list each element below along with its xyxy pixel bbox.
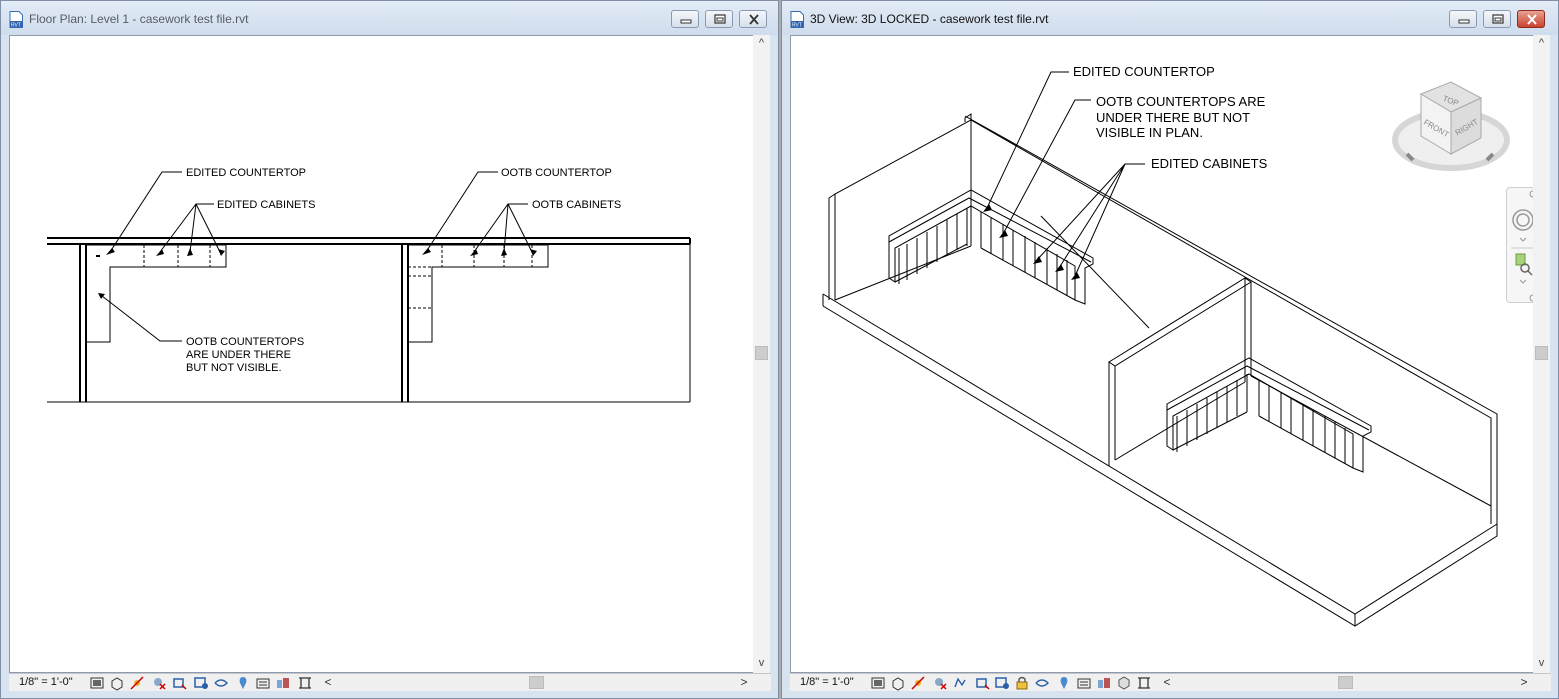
scroll-right-icon[interactable]: >: [1517, 674, 1531, 691]
analytical-model-icon[interactable]: [1136, 675, 1152, 691]
scroll-thumb[interactable]: [755, 346, 768, 360]
shadows-icon[interactable]: [932, 675, 948, 691]
restore-button[interactable]: [705, 10, 733, 28]
label-ootb-cabinets: OOTB CABINETS: [532, 199, 621, 211]
temporary-hide-icon[interactable]: [1034, 675, 1050, 691]
label-edited-cabinets: EDITED CABINETS: [217, 199, 315, 211]
crop-view-icon[interactable]: [171, 675, 187, 691]
temporary-hide-icon[interactable]: [213, 675, 229, 691]
worksharing-icon[interactable]: [1096, 675, 1112, 691]
view-scale[interactable]: 1/8" = 1'-0": [19, 676, 73, 688]
svg-text:RVT: RVT: [11, 23, 21, 29]
crop-view-icon[interactable]: [974, 675, 990, 691]
label-edited-countertop: EDITED COUNTERTOP: [186, 167, 306, 179]
label-ootb-note-line1: OOTB COUNTERTOPS: [186, 336, 304, 348]
detail-level-icon[interactable]: [89, 675, 105, 691]
sun-path-icon[interactable]: [129, 675, 145, 691]
3d-view-window[interactable]: RVT 3D View: 3D LOCKED - casework test f…: [781, 0, 1559, 699]
view-control-bar: 1/8" = 1'-0" < >: [790, 673, 1551, 691]
close-icon: [749, 14, 759, 25]
close-button[interactable]: [1517, 10, 1545, 28]
horizontal-scroll-thumb[interactable]: [529, 676, 544, 689]
titlebar[interactable]: RVT 3D View: 3D LOCKED - casework test f…: [782, 1, 1558, 35]
minimize-icon: [1458, 19, 1470, 24]
horizontal-scroll-thumb[interactable]: [1338, 676, 1353, 689]
close-button[interactable]: [739, 10, 767, 28]
scroll-left-icon[interactable]: <: [1160, 674, 1174, 691]
sun-path-icon[interactable]: [910, 675, 926, 691]
unlocked-3d-view-icon[interactable]: [1014, 675, 1030, 691]
floor-plan-drawing: EDITED COUNTERTOP EDITED CABINETS OOTB C…: [47, 167, 691, 403]
window-title: 3D View: 3D LOCKED - casework test file.…: [810, 12, 1049, 26]
label-edited-cabinets: EDITED CABINETS: [1151, 156, 1268, 171]
label-ootb-note-line2: UNDER THERE BUT NOT: [1096, 110, 1250, 125]
reveal-hidden-icon[interactable]: [235, 675, 251, 691]
design-options-icon[interactable]: [1116, 675, 1132, 691]
view-scale[interactable]: 1/8" = 1'-0": [800, 676, 854, 688]
temporary-view-properties-icon[interactable]: [255, 675, 271, 691]
minimize-button[interactable]: [1449, 10, 1477, 28]
restore-icon: [714, 14, 726, 24]
minimize-icon: [680, 19, 692, 24]
zoom-icon[interactable]: [1515, 253, 1533, 284]
show-crop-region-icon[interactable]: [994, 675, 1010, 691]
close-icon: [1527, 14, 1537, 25]
drawing-canvas[interactable]: EDITED COUNTERTOP OOTB COUNTERTOPS ARE U…: [790, 35, 1534, 673]
titlebar[interactable]: RVT Floor Plan: Level 1 - casework test …: [1, 1, 778, 35]
3d-model-drawing: EDITED COUNTERTOP OOTB COUNTERTOPS ARE U…: [822, 64, 1510, 627]
visual-style-icon[interactable]: [109, 675, 125, 691]
steering-wheel-icon[interactable]: [1512, 209, 1533, 242]
vertical-scrollbar[interactable]: ^ v: [1533, 35, 1550, 673]
restore-icon: [1492, 14, 1504, 24]
rvt-file-icon: RVT: [9, 11, 23, 28]
minimize-button[interactable]: [671, 10, 699, 28]
label-ootb-note-line2: ARE UNDER THERE: [186, 349, 291, 361]
detail-level-icon[interactable]: [870, 675, 886, 691]
scroll-down-icon[interactable]: v: [1533, 655, 1550, 672]
show-crop-region-icon[interactable]: [193, 675, 209, 691]
window-title: Floor Plan: Level 1 - casework test file…: [29, 12, 249, 26]
view-control-bar: 1/8" = 1'-0" < >: [9, 673, 771, 691]
vertical-scrollbar[interactable]: ^ v: [753, 35, 770, 673]
scroll-up-icon[interactable]: ^: [1533, 35, 1550, 52]
viewcube[interactable]: TOP FRONT RIGHT: [1392, 81, 1510, 171]
label-edited-countertop: EDITED COUNTERTOP: [1073, 64, 1215, 79]
worksharing-icon[interactable]: [275, 675, 291, 691]
temporary-view-properties-icon[interactable]: [1076, 675, 1092, 691]
scroll-up-icon[interactable]: ^: [753, 35, 770, 52]
svg-text:RVT: RVT: [792, 23, 802, 29]
analytical-model-icon[interactable]: [297, 675, 313, 691]
rvt-file-icon: RVT: [790, 11, 804, 28]
floor-plan-window[interactable]: RVT Floor Plan: Level 1 - casework test …: [0, 0, 779, 699]
label-ootb-countertop: OOTB COUNTERTOP: [501, 167, 612, 179]
restore-button[interactable]: [1483, 10, 1511, 28]
rendering-dialog-icon[interactable]: [952, 675, 968, 691]
visual-style-icon[interactable]: [890, 675, 906, 691]
reveal-hidden-icon[interactable]: [1056, 675, 1072, 691]
scroll-thumb[interactable]: [1535, 346, 1548, 360]
scroll-left-icon[interactable]: <: [321, 674, 335, 691]
label-ootb-note-line3: VISIBLE IN PLAN.: [1096, 125, 1203, 140]
drawing-canvas[interactable]: EDITED COUNTERTOP EDITED CABINETS OOTB C…: [9, 35, 754, 673]
label-ootb-note-line1: OOTB COUNTERTOPS ARE: [1096, 94, 1266, 109]
scroll-right-icon[interactable]: >: [737, 674, 751, 691]
shadows-icon[interactable]: [151, 675, 167, 691]
label-ootb-note-line3: BUT NOT VISIBLE.: [186, 362, 282, 374]
scroll-down-icon[interactable]: v: [753, 655, 770, 672]
navigation-bar[interactable]: [1506, 187, 1533, 303]
